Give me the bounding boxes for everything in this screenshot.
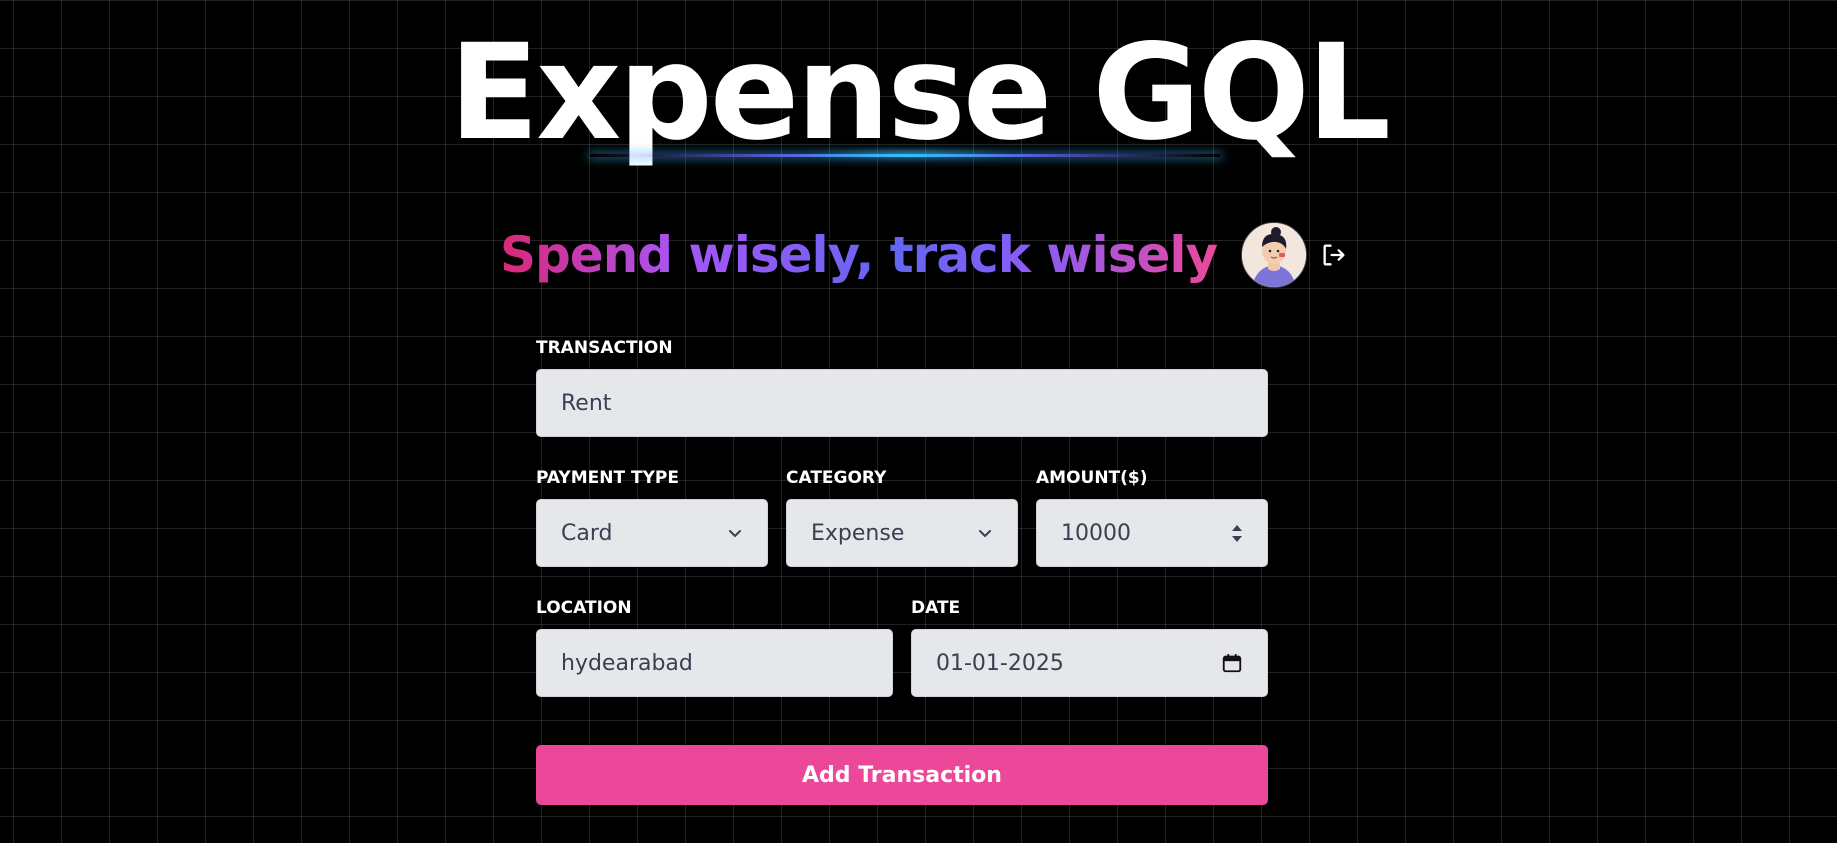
amount-label: Amount($): [1036, 468, 1148, 488]
logout-icon: [1323, 244, 1345, 266]
add-transaction-button[interactable]: Add Transaction: [536, 745, 1268, 805]
transaction-input[interactable]: Rent: [536, 369, 1268, 437]
avatar[interactable]: [1241, 222, 1308, 288]
spinner-up-icon[interactable]: [1231, 524, 1243, 532]
avatar-illustration: [1242, 223, 1307, 287]
category-select[interactable]: Expense: [786, 499, 1018, 567]
category-value: Expense: [811, 520, 905, 546]
payment-type-value: Card: [561, 520, 613, 546]
location-row: Location hydearabad Date 01-01-2025: [536, 597, 1268, 697]
amount-input[interactable]: 10000: [1036, 499, 1268, 567]
date-value: 01-01-2025: [936, 650, 1064, 676]
payment-type-label: Payment Type: [536, 468, 679, 488]
category-label: Category: [786, 468, 887, 488]
payment-row: Payment Type Card Category Expense: [536, 467, 1268, 567]
category-group: Category Expense: [786, 467, 1018, 567]
location-group: Location hydearabad: [536, 597, 893, 697]
location-label: Location: [536, 598, 632, 618]
amount-group: Amount($) 10000: [1036, 467, 1268, 567]
payment-type-select[interactable]: Card: [536, 499, 768, 567]
transaction-label: Transaction: [536, 338, 673, 358]
app-title: Expense GQL: [448, 16, 1391, 170]
spinner-down-icon[interactable]: [1231, 535, 1243, 543]
chevron-down-icon: [729, 530, 741, 537]
amount-value: 10000: [1061, 520, 1131, 546]
amount-spinner[interactable]: [1231, 524, 1243, 543]
page: Expense GQL Spend wisely, track wisely T…: [0, 0, 1837, 843]
tagline: Spend wisely, track wisely: [500, 226, 1218, 284]
transaction-group: Transaction Rent: [536, 337, 1268, 437]
title-glow-core: [800, 150, 1020, 158]
date-label: Date: [911, 598, 961, 618]
date-input[interactable]: 01-01-2025: [911, 629, 1268, 697]
location-input[interactable]: hydearabad: [536, 629, 893, 697]
transaction-value: Rent: [561, 390, 612, 416]
location-value: hydearabad: [561, 650, 693, 676]
logout-button[interactable]: [1319, 240, 1349, 270]
transaction-form: Transaction Rent Payment Type Card Categ…: [536, 337, 1268, 805]
date-group: Date 01-01-2025: [911, 597, 1268, 697]
calendar-icon[interactable]: [1221, 652, 1243, 674]
payment-type-group: Payment Type Card: [536, 467, 768, 567]
tagline-row: Spend wisely, track wisely: [500, 220, 1349, 290]
chevron-down-icon: [979, 530, 991, 537]
